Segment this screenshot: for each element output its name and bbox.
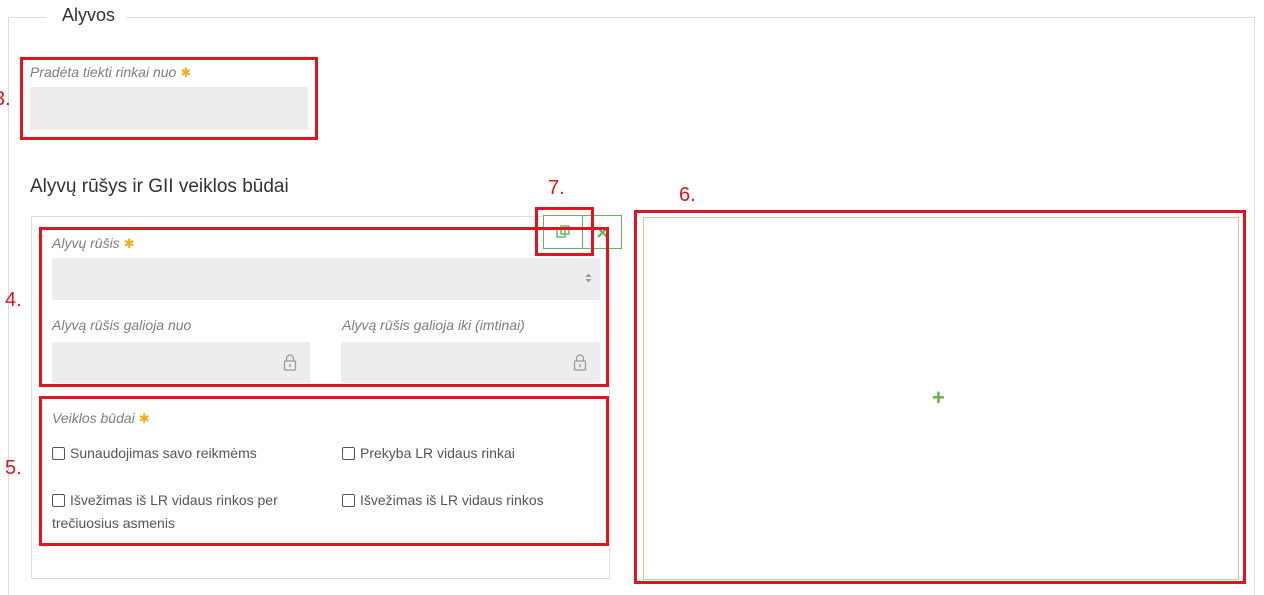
annotation-number-7: 7.: [548, 177, 565, 199]
fieldset-border-top-right: [126, 17, 1255, 18]
annotation-number-4: 4.: [5, 289, 22, 311]
annotation-box-6: [634, 210, 1246, 584]
fieldset-legend: Alyvos: [62, 5, 116, 25]
annotation-number-3: 3.: [0, 88, 11, 110]
section-title: Alyvų rūšys ir GII veiklos būdai: [30, 176, 289, 197]
annotation-box-4: [39, 227, 609, 387]
annotation-number-6: 6.: [679, 184, 696, 206]
annotation-number-5: 5.: [5, 457, 22, 479]
annotation-box-3: [20, 57, 318, 140]
annotation-box-5: [39, 396, 609, 546]
fieldset-border-right: [1254, 17, 1255, 595]
annotation-box-7: [535, 207, 594, 256]
fieldset-border-top-left: [10, 17, 46, 18]
